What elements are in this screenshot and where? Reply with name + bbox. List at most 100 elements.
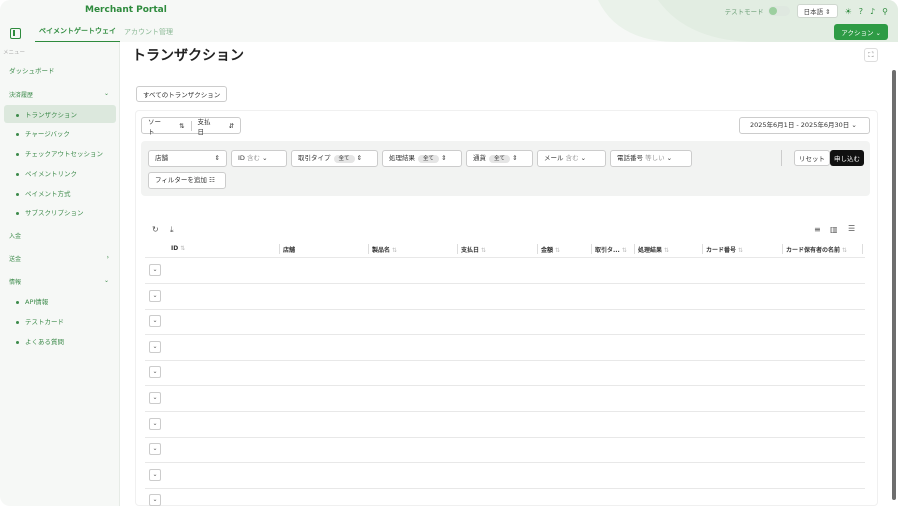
density-icon[interactable]: ☰ — [848, 224, 855, 233]
column-header-amount[interactable]: 金額 ⇅ — [541, 245, 560, 254]
header-divider — [145, 257, 865, 258]
result-filter[interactable]: 処理結果 全て ⇕ — [382, 150, 462, 167]
tab-payment-gateway[interactable]: ペイメントゲートウェイ — [35, 24, 120, 43]
table-row[interactable] — [145, 283, 865, 284]
sidebar-item-label: ペイメント方式 — [25, 190, 71, 198]
sidebar-item-dashboard[interactable]: ダッシュボード — [9, 65, 55, 75]
bullet-icon — [16, 172, 19, 176]
table-row[interactable] — [145, 385, 865, 386]
table-row[interactable] — [145, 360, 865, 361]
table-row[interactable] — [145, 309, 865, 310]
sidebar-group-label: 決済履歴 — [9, 92, 34, 99]
sort-field[interactable]: 支払日 — [192, 116, 223, 136]
expand-icon[interactable]: ⛶ — [864, 48, 878, 62]
phone-filter[interactable]: 電話番号 等しい ⌄ — [610, 150, 692, 167]
sidebar-item-transactions[interactable]: トランザクション — [4, 105, 116, 123]
sidebar-item-api[interactable]: API情報 — [4, 292, 116, 310]
column-label: カード番号 — [706, 247, 737, 254]
id-filter[interactable]: ID 含む ⌄ — [231, 150, 287, 167]
column-header-store[interactable]: 店舗 — [283, 245, 295, 254]
sidebar-item-checkout[interactable]: チェックアウトセッション — [4, 144, 116, 162]
date-range-picker[interactable]: 2025年6月1日 - 2025年6月30日 ⌄ — [739, 117, 870, 134]
column-header-card-holder[interactable]: カード保有者の名前 ⇅ — [786, 245, 847, 254]
currency-filter[interactable]: 通貨 全て ⇕ — [466, 150, 533, 167]
tab-account-management[interactable]: アカウント管理 — [120, 25, 177, 42]
reset-button[interactable]: リセット — [794, 150, 830, 166]
refresh-icon[interactable]: ↻ — [152, 225, 159, 234]
store-filter[interactable]: 店舗 ⇕ — [148, 150, 227, 167]
table-row[interactable] — [145, 437, 865, 438]
sidebar-item-chargeback[interactable]: チャージバック — [4, 124, 116, 142]
language-select[interactable]: 日本語 ⇕ — [796, 4, 838, 18]
row-expand-icon[interactable]: ⌄ — [149, 418, 161, 430]
chevron-down-icon: ⌄ — [262, 154, 268, 162]
download-icon[interactable]: ⤓ — [170, 225, 174, 235]
select-arrows-icon: ⇕ — [214, 154, 220, 162]
sidebar-toggle-icon[interactable] — [10, 28, 21, 39]
scrollbar[interactable] — [892, 70, 896, 500]
sidebar-group-info[interactable]: 情報 ⌄ — [9, 277, 109, 286]
row-expand-icon[interactable]: ⌄ — [149, 392, 161, 404]
column-divider[interactable] — [782, 244, 783, 254]
column-divider[interactable] — [368, 244, 369, 254]
sort-direction-icon[interactable]: ⇵ — [223, 122, 240, 130]
column-divider[interactable] — [634, 244, 635, 254]
apply-button[interactable]: 申し込む — [830, 150, 864, 166]
column-header-id[interactable]: ID ⇅ — [171, 245, 185, 252]
sidebar-item-payment-link[interactable]: ペイメントリンク — [4, 164, 116, 182]
help-icon[interactable]: ? — [859, 7, 863, 16]
bullet-icon — [16, 192, 19, 196]
chevron-down-icon: ⌄ — [851, 121, 857, 129]
sidebar-item-subscription[interactable]: サブスクリプション — [4, 203, 116, 221]
all-transactions-button[interactable]: すべてのトランザクション — [136, 86, 228, 102]
row-expand-icon[interactable]: ⌄ — [149, 366, 161, 378]
column-header-card-number[interactable]: カード番号 ⇅ — [706, 245, 743, 254]
column-header-product[interactable]: 製品名 ⇅ — [372, 245, 397, 254]
select-arrows-icon: ⇕ — [512, 154, 518, 162]
sidebar-group-remittance[interactable]: 送金 › — [9, 254, 109, 263]
row-expand-icon[interactable]: ⌄ — [149, 290, 161, 302]
column-divider[interactable] — [591, 244, 592, 254]
transaction-type-filter[interactable]: 取引タイプ 全て ⇕ — [291, 150, 378, 167]
test-mode-toggle[interactable] — [767, 6, 790, 16]
theme-sun-icon[interactable]: ☀ — [845, 7, 852, 16]
filter-icon[interactable]: ≡ — [814, 225, 821, 234]
bullet-icon — [16, 300, 19, 304]
row-expand-icon[interactable]: ⌄ — [149, 443, 161, 455]
action-button[interactable]: アクション ⌄ — [834, 24, 888, 40]
sidebar-item-test-card[interactable]: テストカード — [4, 312, 116, 330]
table-row[interactable] — [145, 462, 865, 463]
column-header-date[interactable]: 支払日 ⇅ — [461, 245, 486, 254]
sidebar-item-payment-method[interactable]: ペイメント方式 — [4, 184, 116, 202]
table-row[interactable] — [145, 411, 865, 412]
add-filter-button[interactable]: フィルターを追加 ☷ — [148, 172, 226, 189]
row-expand-icon[interactable]: ⌄ — [149, 315, 161, 327]
column-divider[interactable] — [279, 244, 280, 254]
column-divider[interactable] — [862, 244, 863, 254]
chevron-down-icon: ⌄ — [103, 90, 109, 97]
sidebar-item-deposits[interactable]: 入金 — [9, 231, 109, 240]
row-expand-icon[interactable]: ⌄ — [149, 341, 161, 353]
row-expand-icon[interactable]: ⌄ — [149, 494, 161, 506]
column-header-result[interactable]: 処理結果 ⇅ — [638, 245, 669, 254]
sidebar-group-payments[interactable]: 決済履歴 ⌄ — [9, 90, 109, 99]
column-divider[interactable] — [457, 244, 458, 254]
row-expand-icon[interactable]: ⌄ — [149, 264, 161, 276]
table-row[interactable] — [145, 334, 865, 335]
filter-label: 取引タイプ — [298, 154, 331, 162]
columns-icon[interactable]: ▥ — [830, 225, 838, 234]
add-filter-label: フィルターを追加 — [155, 176, 207, 184]
column-header-tx-type[interactable]: 取引タ... ⇅ — [595, 245, 627, 254]
sort-control[interactable]: ソート ⇅ 支払日 ⇵ — [141, 116, 241, 136]
sidebar-item-faq[interactable]: よくある質問 — [4, 332, 116, 350]
table-row[interactable] — [145, 488, 865, 489]
bell-icon[interactable]: ♪ — [870, 7, 875, 16]
user-icon[interactable]: ⚲ — [882, 7, 888, 16]
sort-order-icon[interactable]: ⇅ — [173, 122, 190, 130]
email-filter[interactable]: メール 含む ⌄ — [537, 150, 606, 167]
test-mode-control[interactable]: テストモード — [725, 6, 790, 16]
row-expand-icon[interactable]: ⌄ — [149, 469, 161, 481]
column-divider[interactable] — [537, 244, 538, 254]
bullet-icon — [16, 211, 19, 215]
column-divider[interactable] — [702, 244, 703, 254]
